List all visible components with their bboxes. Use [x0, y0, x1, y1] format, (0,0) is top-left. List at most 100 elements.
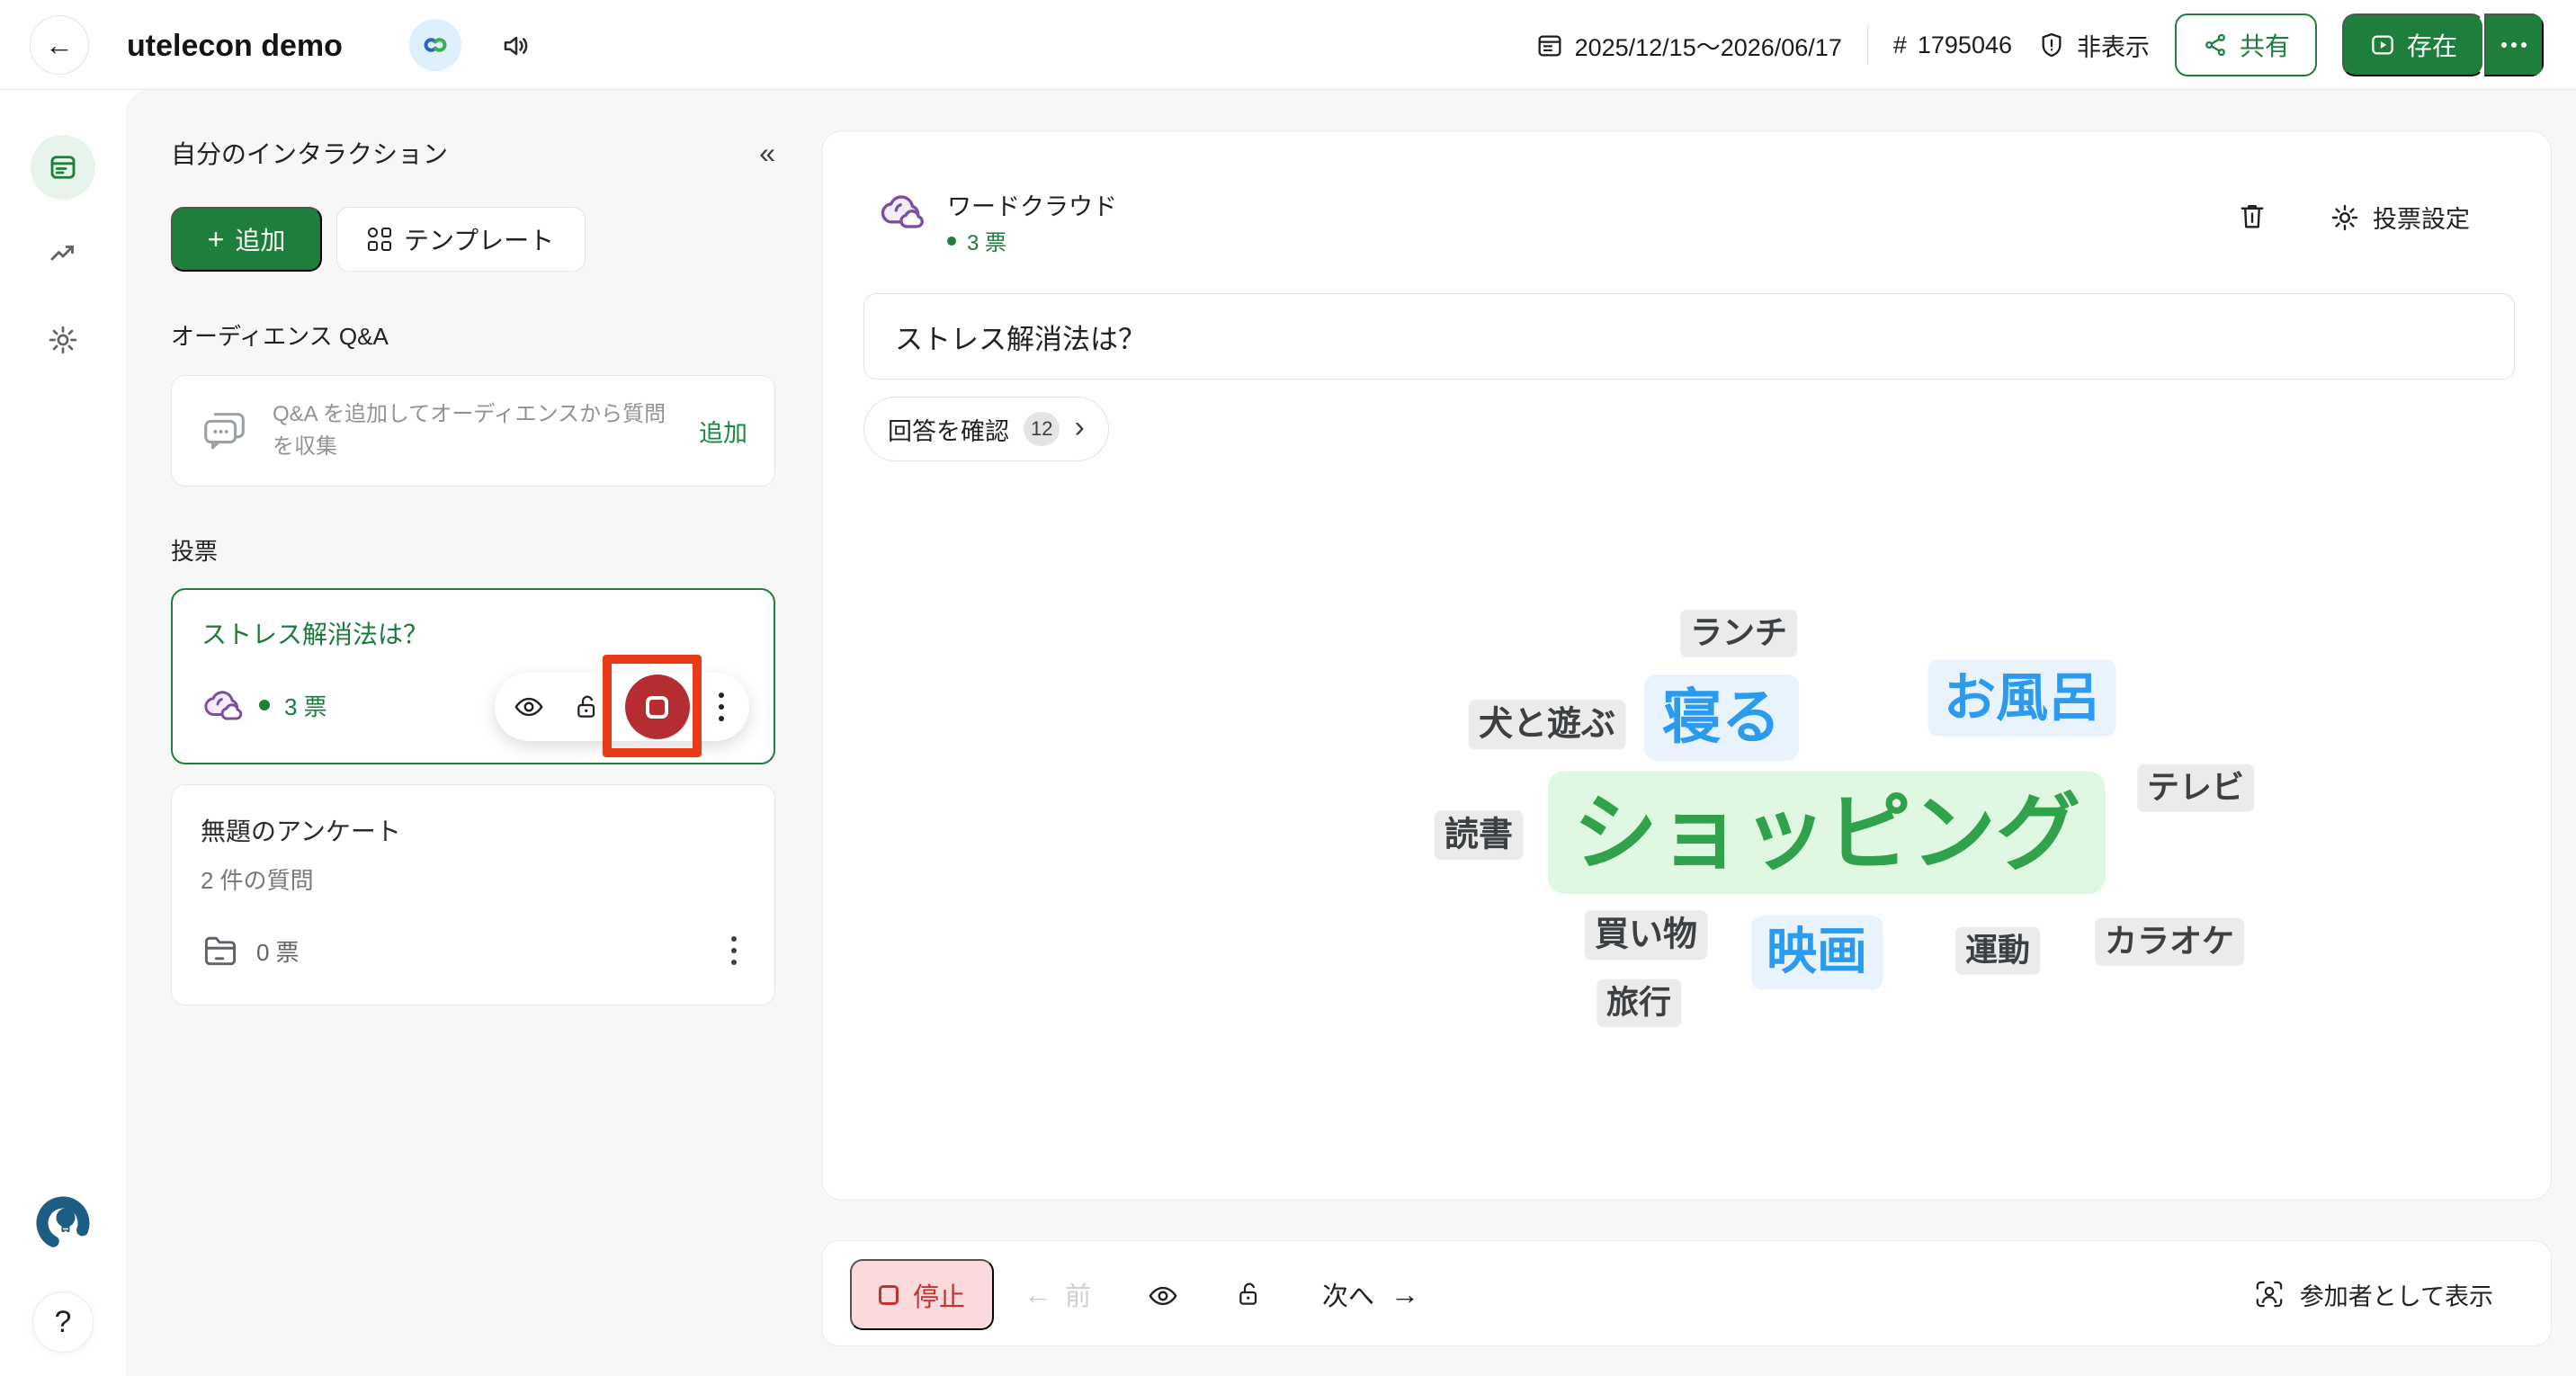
participant-view-icon [2253, 1278, 2285, 1310]
next-button[interactable]: 次へ → [1322, 1241, 1419, 1347]
survey-kebab-menu[interactable] [720, 936, 747, 965]
interactions-list-icon [47, 151, 79, 183]
event-code[interactable]: # 1795046 [1893, 31, 2012, 59]
poll-question-input[interactable]: ストレス解消法は？ [863, 293, 2515, 380]
word-cloud-word: 運動 [1955, 927, 2040, 975]
dot [731, 948, 737, 953]
announcement-speaker-icon[interactable] [500, 30, 532, 62]
panel-title: 自分のインタラクション [171, 135, 448, 171]
poll-kebab-menu[interactable] [708, 692, 735, 721]
present-button-group: 存在 [2342, 13, 2544, 76]
more-options-button[interactable] [2484, 13, 2544, 76]
question-mark-icon: ? [55, 1305, 72, 1340]
unlock-icon[interactable] [567, 692, 606, 721]
event-dates[interactable]: 2025/12/15〜2026/06/17 [1535, 28, 1842, 63]
present-screen-icon [2369, 31, 2396, 58]
dot [2501, 42, 2507, 48]
survey-meta: 0 票 [201, 931, 300, 970]
view-as-participant-button[interactable]: 参加者として表示 [2253, 1241, 2493, 1347]
stop-label: 停止 [913, 1276, 965, 1314]
hidden-label: 非表示 [2077, 28, 2150, 63]
active-poll-card[interactable]: ストレス解消法は？ 3 票 [171, 588, 775, 764]
poll-hover-toolbar [495, 673, 749, 741]
dot [731, 960, 737, 965]
word-cloud-word: テレビ [2137, 764, 2254, 812]
templates-button[interactable]: テンプレート [336, 207, 586, 272]
stop-poll-button[interactable] [625, 675, 690, 739]
poll-votes: 3 票 [284, 689, 327, 722]
presentation-control-bar: 停止 ← 前 次へ → [821, 1240, 2552, 1346]
dot [731, 936, 737, 942]
live-dot [947, 237, 956, 246]
webex-integration-badge[interactable] [409, 19, 461, 71]
poll-meta: 3 票 [201, 684, 327, 727]
present-button[interactable]: 存在 [2342, 13, 2484, 76]
qa-add-link[interactable]: 追加 [699, 414, 747, 449]
event-code-number: 1795046 [1918, 31, 2012, 59]
share-button[interactable]: 共有 [2175, 13, 2317, 76]
word-cloud-word: カラオケ [2095, 918, 2244, 966]
previous-label: 前 [1065, 1275, 1091, 1313]
word-cloud-word: ランチ [1680, 610, 1797, 657]
poll-votes-row: 3 票 [947, 225, 1006, 256]
add-label: 追加 [235, 221, 285, 257]
left-rail: ? [0, 90, 126, 1376]
back-arrow-icon: ← [45, 29, 74, 62]
panel-actions: + 追加 テンプレート [171, 207, 775, 272]
stop-icon [646, 696, 668, 719]
survey-card[interactable]: 無題のアンケート 2 件の質問 0 票 [171, 784, 775, 1005]
delete-poll-trash-icon[interactable] [2236, 200, 2268, 232]
word-cloud-word: 買い物 [1585, 910, 1708, 960]
survey-question-count: 2 件の質問 [201, 862, 746, 896]
calendar-icon [1535, 31, 1564, 59]
qa-placeholder-card[interactable]: Q&A を追加してオーディエンスから質問を収集 追加 [171, 375, 775, 487]
rail-item-settings[interactable] [31, 308, 95, 372]
stop-icon [879, 1285, 899, 1305]
word-cloud-word: 旅行 [1597, 979, 1681, 1027]
show-results-eye-icon[interactable] [509, 692, 549, 722]
panel-header: 自分のインタラクション « [171, 133, 775, 173]
top-bar: ← utelecon demo [0, 0, 2576, 90]
survey-votes: 0 票 [256, 934, 300, 968]
divider [1867, 25, 1868, 65]
present-label: 存在 [2407, 27, 2457, 63]
rail-item-interactions[interactable] [31, 135, 95, 200]
slido-admin-page: ← utelecon demo [0, 0, 2576, 1376]
chevron-right-icon: › [1074, 412, 1084, 442]
poll-detail-card: ワードクラウド 3 票 投票設定 ストレス解 [821, 130, 2552, 1201]
help-button[interactable]: ? [32, 1291, 94, 1353]
show-results-eye-icon[interactable] [1148, 1281, 1178, 1311]
previous-button-disabled[interactable]: ← 前 [1024, 1241, 1091, 1347]
event-title: utelecon demo [127, 29, 343, 64]
word-cloud-type-icon [201, 684, 245, 727]
stop-button[interactable]: 停止 [850, 1259, 994, 1330]
plus-icon: + [208, 225, 225, 254]
dot [719, 716, 724, 721]
collapse-panel-icon[interactable]: « [759, 137, 775, 170]
check-responses-button[interactable]: 回答を確認 12 › [863, 397, 1109, 461]
rail-item-analytics[interactable] [31, 221, 95, 286]
survey-title: 無題のアンケート [201, 812, 746, 848]
templates-label: テンプレート [404, 221, 554, 257]
dot [2511, 42, 2517, 48]
add-interaction-button[interactable]: + 追加 [171, 207, 322, 272]
dot [719, 704, 724, 710]
unlock-icon[interactable] [1234, 1280, 1263, 1309]
interactions-panel: 自分のインタラクション « + 追加 テンプレート オーディエンス Q&A [171, 90, 775, 1005]
hidden-status[interactable]: 非表示 [2037, 28, 2150, 63]
content-area: 自分のインタラクション « + 追加 テンプレート オーディエンス Q&A [126, 90, 2576, 1376]
back-button[interactable]: ← [30, 15, 89, 75]
poll-title: ストレス解消法は？ [201, 615, 428, 651]
gear-icon [2330, 202, 2360, 233]
poll-type-label: ワードクラウド [947, 187, 1117, 222]
word-cloud-word: 犬と遊ぶ [1469, 700, 1626, 749]
hash-icon: # [1893, 31, 1907, 59]
arrow-right-icon: → [1391, 1280, 1419, 1309]
word-cloud-word: お風呂 [1928, 660, 2116, 737]
template-grid-icon [368, 228, 391, 251]
responses-count-badge: 12 [1024, 412, 1060, 446]
check-responses-label: 回答を確認 [888, 412, 1009, 447]
poll-settings-button[interactable]: 投票設定 [2330, 200, 2470, 235]
top-bar-right: 2025/12/15〜2026/06/17 # 1795046 非表示 [1535, 0, 2544, 90]
share-icon [2202, 31, 2229, 58]
